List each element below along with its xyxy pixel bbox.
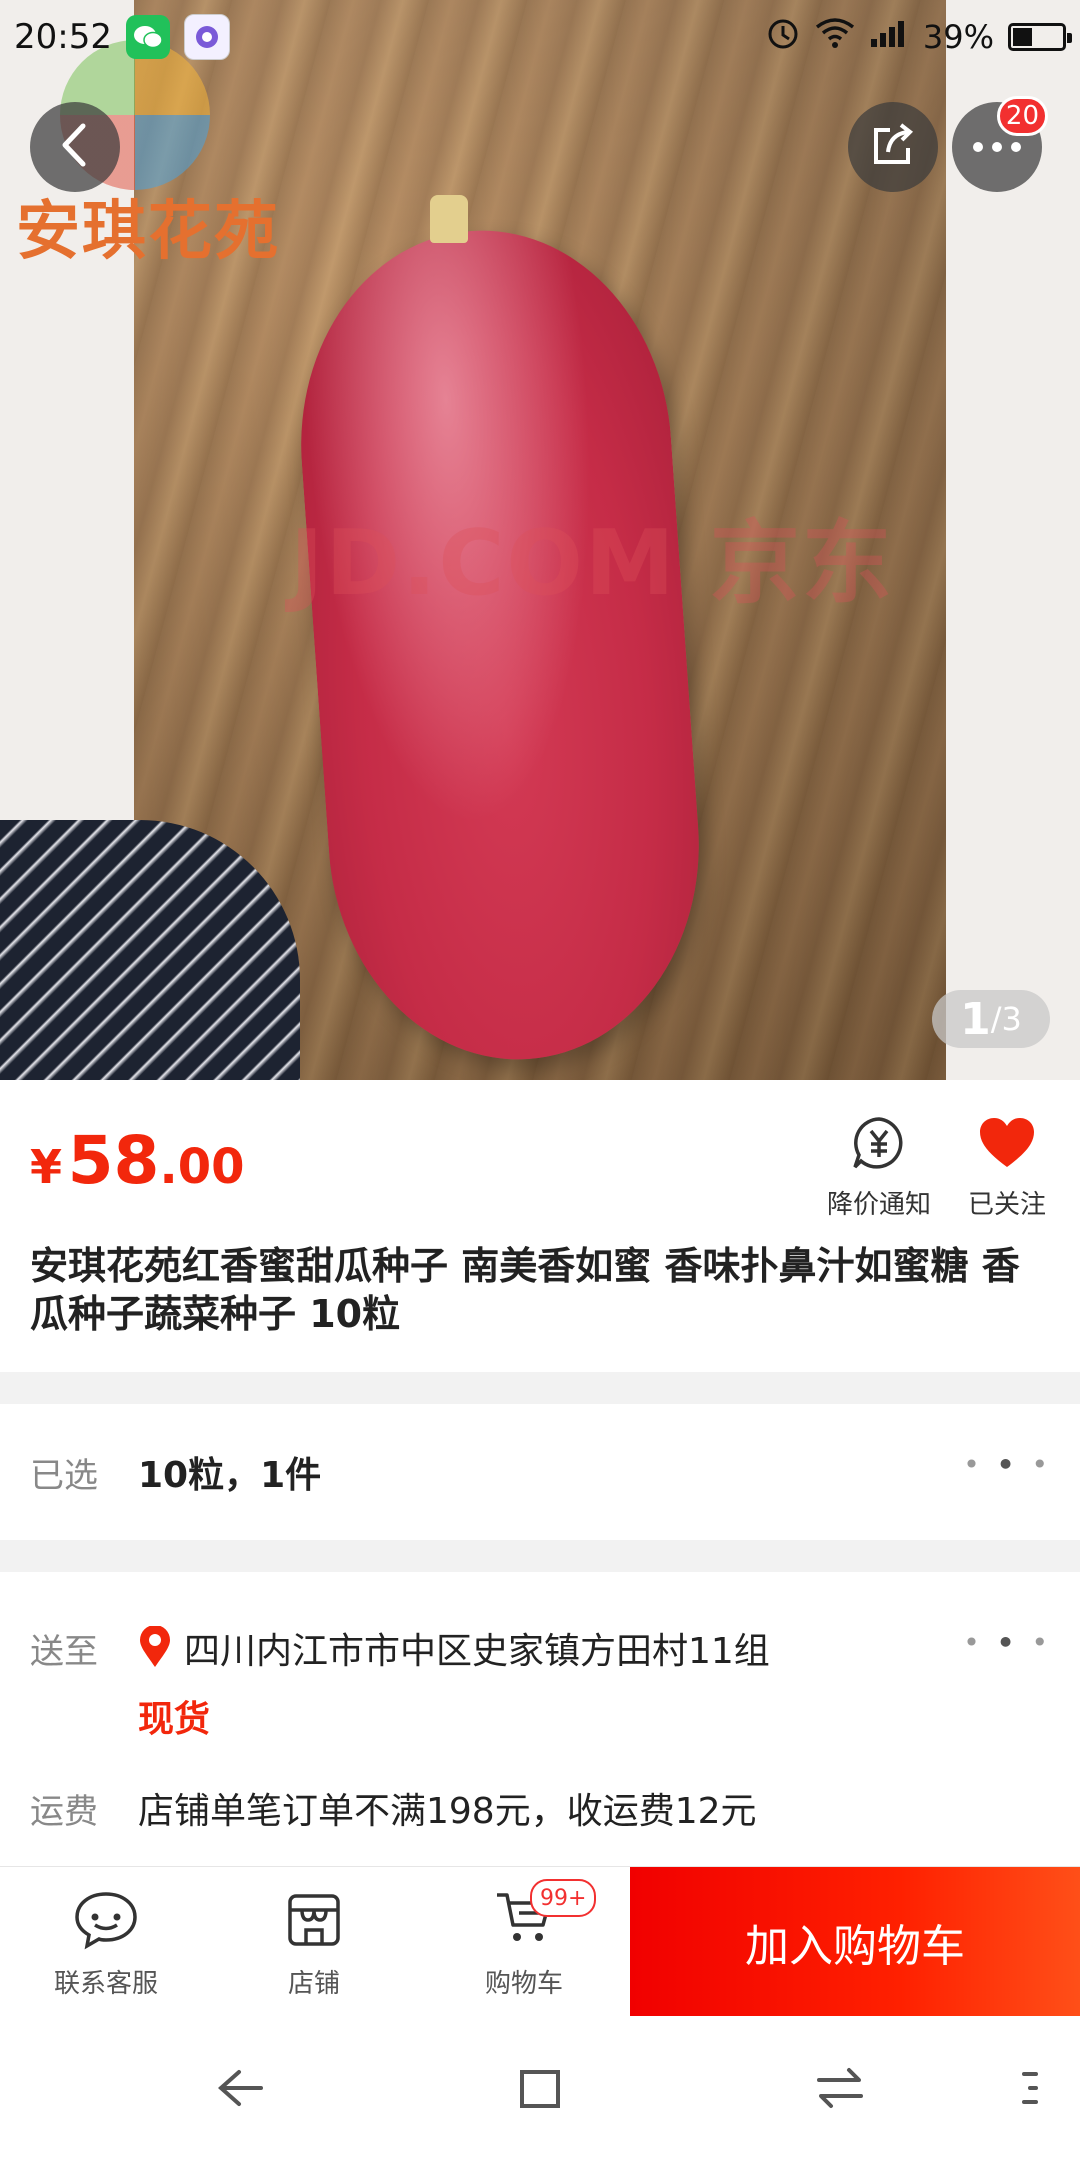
- shipping-address: 四川内江市市中区史家镇方田村11组: [184, 1631, 770, 1672]
- product-price: ¥ 58.00: [30, 1122, 244, 1199]
- status-bar: 20:52 39%: [0, 0, 1080, 74]
- store-icon: [224, 1885, 404, 1955]
- alarm-icon: [765, 15, 801, 59]
- cart-icon-wrap: 99+: [434, 1879, 614, 1955]
- nav-back-button[interactable]: [210, 2060, 270, 2120]
- nav-home-button[interactable]: [510, 2060, 570, 2120]
- system-navigation-bar: [0, 2016, 1080, 2160]
- signal-icon: [869, 17, 909, 57]
- price-integer: 58: [67, 1122, 160, 1199]
- image-page-counter: 1/3: [932, 990, 1050, 1048]
- store-label: 店铺: [287, 1969, 340, 1999]
- follow-label: 已关注: [967, 1190, 1046, 1220]
- status-time: 20:52: [14, 17, 112, 57]
- more-options-icon: • • •: [963, 1626, 1052, 1659]
- shipping-fee-value: 店铺单笔订单不满198元，收运费12元: [138, 1791, 757, 1832]
- section-divider: [0, 1372, 1080, 1404]
- battery-fill: [1013, 28, 1032, 46]
- ship-to-label: 送至: [30, 1632, 98, 1672]
- camera-app-icon: [183, 14, 230, 60]
- heart-icon: [942, 1110, 1072, 1176]
- product-title: 安琪花苑红香蜜甜瓜种子 南美香如蜜 香味扑鼻汁如蜜糖 香瓜种子蔬菜种子 10粒: [30, 1244, 1020, 1336]
- wechat-icon: [125, 15, 170, 59]
- nav-home-icon: [518, 2066, 562, 2114]
- more-options-icon: • • •: [963, 1448, 1052, 1481]
- follow-button[interactable]: 已关注: [942, 1110, 1072, 1221]
- price-drop-icon: [814, 1110, 944, 1176]
- melon-stem: [430, 195, 468, 243]
- selected-value: 10粒，1件: [138, 1455, 322, 1496]
- add-to-cart-button[interactable]: 加入购物车: [630, 1867, 1080, 2017]
- selected-label: 已选: [30, 1456, 98, 1496]
- more-dots-icon: [972, 138, 1022, 157]
- customer-service-button[interactable]: 联系客服: [16, 1885, 196, 2000]
- nav-switch-button[interactable]: [810, 2060, 870, 2120]
- page-counter-total: /3: [990, 1000, 1022, 1038]
- chat-bubble-icon: [16, 1885, 196, 1955]
- status-right-group: 39%: [765, 15, 1072, 59]
- more-button[interactable]: 20: [952, 96, 1048, 192]
- image-watermark: JD.COM 京东: [290, 511, 894, 616]
- price-decimal: .00: [159, 1139, 245, 1195]
- battery-icon: [1008, 23, 1072, 51]
- more-notification-badge: 20: [996, 96, 1048, 136]
- menu-icon: [1020, 2068, 1040, 2112]
- battery-percent: 39%: [922, 18, 994, 56]
- stock-status: 现货: [138, 1699, 211, 1740]
- nav-menu-button[interactable]: [1000, 2060, 1060, 2120]
- location-pin-icon: [138, 1625, 172, 1668]
- wifi-icon: [815, 17, 855, 57]
- nav-back-icon: [215, 2066, 265, 2114]
- page-counter-current: 1: [960, 993, 991, 1045]
- brand-logo-text: 安琪花苑: [16, 195, 280, 269]
- cart-label: 购物车: [484, 1969, 563, 1999]
- switch-arrows-icon: [815, 2066, 865, 2114]
- cart-button[interactable]: 99+ 购物车: [434, 1879, 614, 2000]
- share-icon: [868, 120, 918, 174]
- price-section: ¥ 58.00 降价通知 已关注 安琪花苑红香蜜甜瓜种子 南美香如蜜 香味扑鼻汁…: [0, 1080, 1080, 1370]
- price-currency: ¥: [30, 1140, 63, 1194]
- back-button[interactable]: [30, 102, 120, 192]
- share-button[interactable]: [848, 102, 938, 192]
- price-alert-button[interactable]: 降价通知: [814, 1110, 944, 1221]
- shipping-fee-label: 运费: [30, 1792, 98, 1832]
- customer-service-label: 联系客服: [53, 1969, 158, 1999]
- price-alert-label: 降价通知: [826, 1190, 931, 1220]
- store-button[interactable]: 店铺: [224, 1885, 404, 2000]
- cart-count-badge: 99+: [530, 1879, 597, 1917]
- chevron-left-icon: [55, 120, 95, 174]
- bottom-action-bar: 联系客服 店铺 99+ 购物车 加入购物车: [0, 1866, 1080, 2017]
- section-divider: [0, 1540, 1080, 1572]
